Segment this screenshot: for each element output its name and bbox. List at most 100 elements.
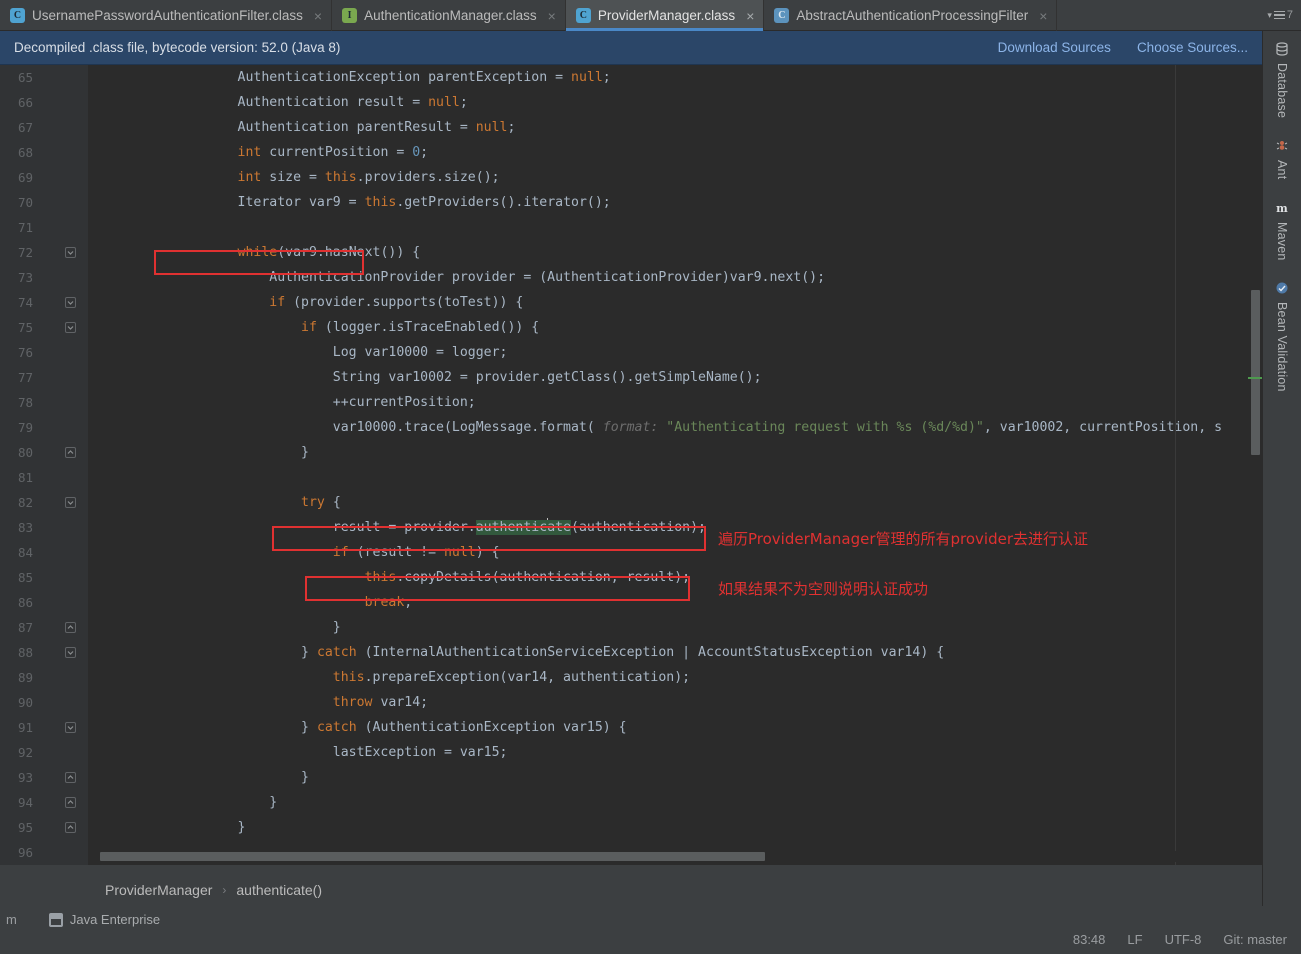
line-number[interactable]: 66 (0, 90, 88, 115)
line-separator[interactable]: LF (1127, 932, 1142, 947)
code-line[interactable]: AuthenticationProvider provider = (Authe… (88, 265, 1262, 290)
code-line[interactable]: Authentication result = null; (88, 90, 1262, 115)
code-line[interactable]: throw var14; (88, 690, 1262, 715)
line-number[interactable]: 71 (0, 215, 88, 240)
fold-collapse-icon[interactable] (65, 322, 76, 333)
download-sources-link[interactable]: Download Sources (998, 40, 1111, 55)
code-line[interactable]: if (provider.supports(toTest)) { (88, 290, 1262, 315)
fold-collapse-icon[interactable] (65, 297, 76, 308)
code-line[interactable]: int currentPosition = 0; (88, 140, 1262, 165)
code-line[interactable]: } (88, 790, 1262, 815)
code-editor[interactable]: 65 66 67 68 69 70 71 72 73 74 75 76 77 78 79 80 81 82 83 84… (0, 65, 1262, 865)
code-line[interactable]: } catch (AuthenticationException var15) … (88, 715, 1262, 740)
fold-expand-icon[interactable] (65, 797, 76, 808)
java-enterprise-facet-label[interactable]: Java Enterprise (70, 912, 160, 927)
code-line[interactable]: } (88, 440, 1262, 465)
line-number[interactable]: 83 (0, 515, 88, 540)
tab-list-icon[interactable]: ▾ 7 (1267, 9, 1293, 21)
line-number[interactable]: 92 (0, 740, 88, 765)
code-line[interactable]: if (logger.isTraceEnabled()) { (88, 315, 1262, 340)
code-line[interactable]: Iterator var9 = this.getProviders().iter… (88, 190, 1262, 215)
code-line[interactable]: try { (88, 490, 1262, 515)
code-line[interactable]: int size = this.providers.size(); (88, 165, 1262, 190)
line-number[interactable]: 65 (0, 65, 88, 90)
line-number[interactable]: 95 (0, 815, 88, 840)
fold-collapse-icon[interactable] (65, 647, 76, 658)
line-number[interactable]: 94 (0, 790, 88, 815)
tool-window-button-database[interactable]: Database (1274, 33, 1290, 126)
line-number[interactable]: 79 (0, 415, 88, 440)
git-branch[interactable]: Git: master (1223, 932, 1287, 947)
fold-collapse-icon[interactable] (65, 247, 76, 258)
breadcrumb-method[interactable]: authenticate() (236, 882, 322, 898)
line-number[interactable]: 85 (0, 565, 88, 590)
tool-window-button-bean-validation[interactable]: Bean Validation (1274, 272, 1290, 400)
code-line[interactable]: var10000.trace(LogMessage.format( format… (88, 415, 1262, 440)
line-number[interactable]: 88 (0, 640, 88, 665)
code-line[interactable]: this.copyDetails(authentication, result)… (88, 565, 1262, 590)
line-number[interactable]: 75 (0, 315, 88, 340)
code-line[interactable]: while(var9.hasNext()) { (88, 240, 1262, 265)
line-number[interactable]: 81 (0, 465, 88, 490)
code-line[interactable]: break; (88, 590, 1262, 615)
fold-expand-icon[interactable] (65, 822, 76, 833)
code-line[interactable]: } catch (InternalAuthenticationServiceEx… (88, 640, 1262, 665)
close-icon[interactable]: × (1039, 9, 1047, 23)
code-line[interactable] (88, 465, 1262, 490)
line-number[interactable]: 69 (0, 165, 88, 190)
code-line[interactable]: ++currentPosition; (88, 390, 1262, 415)
editor-text[interactable]: AuthenticationException parentException … (88, 65, 1262, 865)
line-number[interactable]: 67 (0, 115, 88, 140)
code-line[interactable]: String var10002 = provider.getClass().ge… (88, 365, 1262, 390)
tab-username-password-authentication-filter[interactable]: C UsernamePasswordAuthenticationFilter.c… (0, 0, 333, 31)
line-number[interactable]: 87 (0, 615, 88, 640)
file-encoding[interactable]: UTF-8 (1165, 932, 1202, 947)
caret-position[interactable]: 83:48 (1073, 932, 1106, 947)
code-line[interactable]: AuthenticationException parentException … (88, 65, 1262, 90)
line-number[interactable]: 72 (0, 240, 88, 265)
editor-vertical-scrollbar[interactable] (1248, 65, 1262, 865)
line-number[interactable]: 73 (0, 265, 88, 290)
tool-window-button-ant[interactable]: Ant (1274, 130, 1290, 187)
line-number[interactable]: 82 (0, 490, 88, 515)
code-line[interactable]: this.prepareException(var14, authenticat… (88, 665, 1262, 690)
code-line[interactable] (88, 215, 1262, 240)
tab-provider-manager[interactable]: C ProviderManager.class × (565, 0, 765, 31)
tab-authentication-manager[interactable]: I AuthenticationManager.class × (332, 0, 566, 31)
scrollbar-thumb[interactable] (1251, 290, 1260, 455)
line-number[interactable]: 78 (0, 390, 88, 415)
code-line[interactable]: } (88, 615, 1262, 640)
line-number[interactable]: 74 (0, 290, 88, 315)
close-icon[interactable]: × (548, 9, 556, 23)
horizontal-scrollbar-thumb[interactable] (100, 852, 765, 861)
line-number[interactable]: 89 (0, 665, 88, 690)
line-number[interactable]: 76 (0, 340, 88, 365)
code-line[interactable]: } (88, 815, 1262, 840)
close-icon[interactable]: × (314, 9, 322, 23)
close-icon[interactable]: × (746, 9, 754, 23)
line-number[interactable]: 96 (0, 840, 88, 865)
fold-expand-icon[interactable] (65, 447, 76, 458)
line-number[interactable]: 70 (0, 190, 88, 215)
fold-expand-icon[interactable] (65, 772, 76, 783)
code-line[interactable]: lastException = var15; (88, 740, 1262, 765)
code-line[interactable]: Log var10000 = logger; (88, 340, 1262, 365)
line-number[interactable]: 93 (0, 765, 88, 790)
line-number[interactable]: 68 (0, 140, 88, 165)
breadcrumb-class[interactable]: ProviderManager (105, 882, 212, 898)
editor-gutter[interactable]: 65 66 67 68 69 70 71 72 73 74 75 76 77 78 79 80 81 82 83 84… (0, 65, 88, 865)
fold-collapse-icon[interactable] (65, 497, 76, 508)
code-line[interactable]: } (88, 765, 1262, 790)
fold-collapse-icon[interactable] (65, 722, 76, 733)
line-number[interactable]: 84 (0, 540, 88, 565)
line-number[interactable]: 80 (0, 440, 88, 465)
line-number[interactable]: 90 (0, 690, 88, 715)
line-number[interactable]: 86 (0, 590, 88, 615)
choose-sources-link[interactable]: Choose Sources... (1137, 40, 1248, 55)
line-number[interactable]: 91 (0, 715, 88, 740)
code-line[interactable]: Authentication parentResult = null; (88, 115, 1262, 140)
tool-window-button-maven[interactable]: m Maven (1274, 192, 1290, 269)
fold-expand-icon[interactable] (65, 622, 76, 633)
line-number[interactable]: 77 (0, 365, 88, 390)
tab-abstract-authentication-processing-filter[interactable]: C AbstractAuthenticationProcessingFilter… (764, 0, 1058, 31)
